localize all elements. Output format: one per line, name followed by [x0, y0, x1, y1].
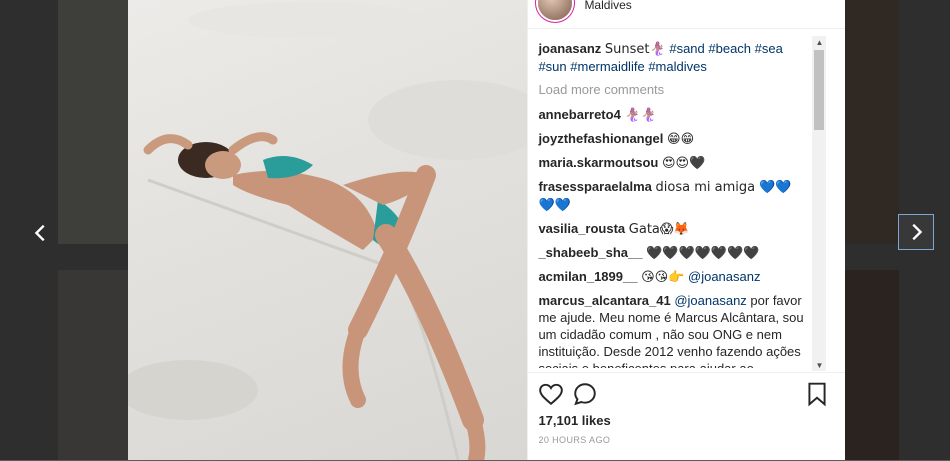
comment-username[interactable]: vasilia_rousta — [538, 221, 625, 236]
comment-text: 😘😘👉 — [641, 270, 685, 285]
post-timestamp[interactable]: 20 HOURS AGO — [538, 435, 610, 445]
post-photo[interactable] — [128, 0, 528, 460]
hashtag[interactable]: #mermaidlife — [570, 59, 644, 74]
caption-text: Sunset🧜🏽‍♀️ — [604, 42, 666, 57]
list-item: frasessparaelalma diosa mi amiga 💙💙 💙💙 — [538, 178, 806, 214]
list-item: acmilan_1899__ 😘😘👉 @joanasanz — [538, 268, 806, 286]
comment-username[interactable]: joyzthefashionangel — [538, 131, 663, 146]
comment-username[interactable]: _shabeeb_sha__ — [538, 245, 642, 260]
hashtag[interactable]: #sea — [755, 41, 783, 56]
previous-post-button[interactable] — [24, 216, 58, 250]
comment-text: Gata😱🦊 — [628, 222, 690, 237]
scroll-down-arrow-icon[interactable]: ▼ — [812, 359, 826, 371]
comment-username[interactable]: maria.skarmoutsou — [538, 155, 658, 170]
post-header: Maldives — [528, 0, 845, 29]
comment-text: 😍😍🖤 — [662, 156, 706, 171]
post-modal: Maldives joanasanz Sunset🧜🏽‍♀️ #sand #be… — [128, 0, 846, 461]
location-link[interactable]: Maldives — [584, 0, 631, 12]
next-post-button[interactable] — [898, 214, 934, 250]
comment-username[interactable]: acmilan_1899__ — [538, 269, 637, 284]
hashtag[interactable]: #sun — [538, 59, 566, 74]
comment-bubble-icon[interactable] — [572, 381, 598, 407]
likes-count[interactable]: 17,101 likes — [538, 413, 610, 428]
list-item: vasilia_rousta Gata😱🦊 — [538, 220, 806, 238]
comments-scrollbar[interactable]: ▲ ▼ — [812, 36, 827, 371]
beach-photo-illustration — [128, 2, 528, 460]
list-item: joyzthefashionangel 😁😁 — [538, 130, 806, 148]
post-actions: 17,101 likes 20 HOURS AGO — [528, 372, 846, 461]
list-item: marcus_alcantara_41 @joanasanz por favor… — [538, 292, 806, 368]
comment-text: 🖤🖤🖤🖤🖤🖤🖤 — [646, 246, 760, 261]
chevron-right-icon — [912, 223, 923, 241]
mention-link[interactable]: @joanasanz — [674, 293, 746, 308]
hashtag[interactable]: #beach — [708, 41, 751, 56]
list-item: annebarreto4 🧜🏽‍♀️🧜🏽‍♀️ — [538, 106, 806, 124]
scroll-up-arrow-icon[interactable]: ▲ — [812, 36, 826, 48]
caption-username[interactable]: joanasanz — [538, 41, 601, 56]
comment-username[interactable]: frasessparaelalma — [538, 179, 651, 194]
heart-outline-icon[interactable] — [538, 381, 564, 407]
comment-username[interactable]: annebarreto4 — [538, 107, 620, 122]
comment-username[interactable]: marcus_alcantara_41 — [538, 293, 670, 308]
chevron-left-icon — [34, 224, 45, 242]
caption: joanasanz Sunset🧜🏽‍♀️ #sand #beach #sea … — [538, 40, 806, 75]
hashtag[interactable]: #sand — [669, 41, 704, 56]
mention-link[interactable]: @joanasanz — [688, 269, 760, 284]
comment-text: 🧜🏽‍♀️🧜🏽‍♀️ — [624, 108, 657, 123]
scrollbar-thumb[interactable] — [814, 50, 825, 130]
comments-list[interactable]: joanasanz Sunset🧜🏽‍♀️ #sand #beach #sea … — [538, 40, 806, 368]
bookmark-icon[interactable] — [804, 381, 830, 407]
post-sidebar: Maldives joanasanz Sunset🧜🏽‍♀️ #sand #be… — [527, 0, 846, 461]
list-item: maria.skarmoutsou 😍😍🖤 — [538, 154, 806, 172]
list-item: _shabeeb_sha__ 🖤🖤🖤🖤🖤🖤🖤 — [538, 244, 806, 262]
comment-text: 😁😁 — [667, 132, 695, 147]
avatar[interactable] — [538, 0, 573, 20]
load-more-comments-button[interactable]: Load more comments — [538, 81, 806, 98]
hashtag[interactable]: #maldives — [648, 59, 707, 74]
